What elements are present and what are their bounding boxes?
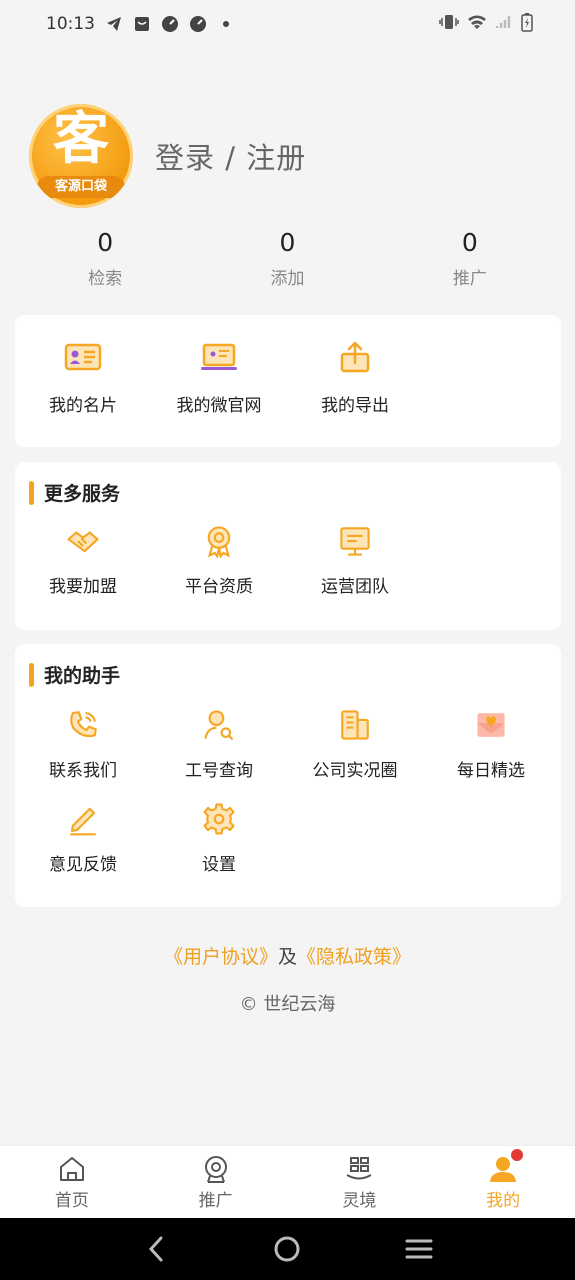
gauge-icon — [161, 15, 179, 33]
contact-us-button[interactable]: 联系我们 — [15, 708, 151, 781]
heart-mail-icon — [477, 713, 505, 737]
nav-label: 推广 — [198, 1191, 233, 1211]
avatar[interactable]: 客 客源口袋 — [29, 104, 133, 208]
gear-icon — [203, 803, 235, 835]
certificate-icon — [207, 526, 231, 558]
settings-button[interactable]: 设置 — [151, 802, 287, 875]
status-bar: 10:13 — [0, 0, 575, 48]
grid-refresh-icon — [346, 1157, 372, 1180]
stat-added[interactable]: 0 添加 — [196, 226, 378, 296]
phone-icon — [70, 711, 97, 738]
menu-icon — [405, 1239, 433, 1259]
profile-header[interactable]: 客 客源口袋 登录 / 注册 — [29, 104, 306, 208]
nav-mine[interactable]: 我的 — [431, 1146, 575, 1218]
title-accent-bar — [29, 662, 34, 687]
service-label: 平台资质 — [185, 577, 253, 597]
nav-label: 我的 — [486, 1191, 521, 1211]
stat-label: 添加 — [270, 269, 305, 289]
nav-promote[interactable]: 推广 — [144, 1146, 288, 1218]
promote-icon — [204, 1156, 227, 1183]
battery-icon — [521, 12, 533, 37]
vibrate-icon — [439, 14, 459, 35]
section-title: 我的助手 — [29, 661, 120, 688]
company-moments-button[interactable]: 公司实况圈 — [287, 708, 423, 781]
agreement-conjunction: 及 — [277, 946, 297, 968]
user-agreement-link[interactable]: 《用户协议》 — [164, 946, 278, 968]
title-accent-bar — [29, 480, 34, 505]
operations-team-button[interactable]: 运营团队 — [287, 524, 423, 597]
system-nav-bar — [0, 1218, 575, 1280]
home-system-button[interactable] — [267, 1229, 307, 1269]
my-microsite-button[interactable]: 我的微官网 — [151, 337, 287, 416]
handshake-icon — [67, 531, 99, 553]
assistant-label: 每日精选 — [457, 761, 525, 781]
bottom-nav: 首页 推广 灵境 我的 — [0, 1145, 575, 1218]
employee-id-lookup-button[interactable]: 工号查询 — [151, 708, 287, 781]
assistant-card: 我的助手 联系我们 工号查询 公司实况圈 每日精选 意见反馈 设置 — [15, 644, 561, 907]
telegram-icon — [105, 15, 123, 33]
assistant-label: 意见反馈 — [49, 855, 117, 875]
signal-icon — [495, 14, 513, 35]
notification-badge — [511, 1149, 524, 1161]
more-services-card: 更多服务 我要加盟 平台资质 运营团队 — [15, 462, 561, 630]
gauge-icon — [189, 15, 207, 33]
laptop-site-icon — [201, 343, 237, 370]
wifi-icon — [467, 14, 487, 35]
assistant-label: 设置 — [202, 855, 236, 875]
logo-glyph: 客 — [53, 107, 109, 172]
nav-home[interactable]: 首页 — [0, 1146, 144, 1218]
stat-value: 0 — [97, 228, 114, 257]
agreements-line: 《用户协议》及《隐私政策》 — [0, 942, 575, 969]
nav-label: 灵境 — [342, 1191, 377, 1211]
stat-promote[interactable]: 0 推广 — [379, 226, 561, 296]
quick-link-label: 我的导出 — [321, 396, 389, 416]
qualification-button[interactable]: 平台资质 — [151, 524, 287, 597]
back-icon — [148, 1236, 163, 1262]
section-title-text: 更多服务 — [44, 483, 121, 505]
status-time: 10:13 — [46, 14, 95, 34]
service-label: 运营团队 — [321, 577, 389, 597]
login-register-link[interactable]: 登录 / 注册 — [155, 135, 306, 177]
dot-icon — [217, 15, 235, 33]
export-icon — [340, 341, 370, 373]
my-card-button[interactable]: 我的名片 — [15, 337, 151, 416]
privacy-policy-link[interactable]: 《隐私政策》 — [297, 946, 411, 968]
recents-button[interactable] — [399, 1229, 439, 1269]
quick-link-label: 我的微官网 — [176, 396, 262, 416]
team-board-icon — [340, 527, 370, 556]
daily-picks-button[interactable]: 每日精选 — [423, 708, 559, 781]
business-card-icon — [64, 343, 102, 371]
quick-link-label: 我的名片 — [49, 396, 117, 416]
feedback-button[interactable]: 意见反馈 — [15, 802, 151, 875]
join-button[interactable]: 我要加盟 — [15, 524, 151, 597]
section-title: 更多服务 — [29, 479, 120, 506]
assistant-label: 公司实况圈 — [312, 761, 398, 781]
quick-links-card: 我的名片 我的微官网 我的导出 — [15, 315, 561, 447]
stat-search[interactable]: 0 检索 — [14, 226, 196, 296]
stat-value: 0 — [279, 228, 296, 257]
nav-lingjing[interactable]: 灵境 — [288, 1146, 432, 1218]
stat-label: 推广 — [452, 269, 487, 289]
my-export-button[interactable]: 我的导出 — [287, 337, 423, 416]
circle-home-icon — [274, 1236, 300, 1262]
building-icon — [341, 710, 369, 740]
logo-text: 客源口袋 — [37, 176, 125, 198]
nav-label: 首页 — [54, 1191, 89, 1211]
stat-value: 0 — [461, 228, 478, 257]
pencil-icon — [70, 807, 96, 836]
assistant-label: 联系我们 — [49, 761, 117, 781]
user-search-icon — [204, 710, 234, 741]
service-label: 我要加盟 — [49, 577, 117, 597]
assistant-label: 工号查询 — [185, 761, 253, 781]
notification-icon — [133, 15, 151, 33]
copyright-text: © 世纪云海 — [239, 994, 336, 1015]
home-icon — [59, 1157, 84, 1181]
back-button[interactable] — [136, 1229, 176, 1269]
stats-row: 0 检索 0 添加 0 推广 — [14, 226, 561, 296]
stat-label: 检索 — [88, 269, 123, 289]
section-title-text: 我的助手 — [44, 665, 121, 687]
